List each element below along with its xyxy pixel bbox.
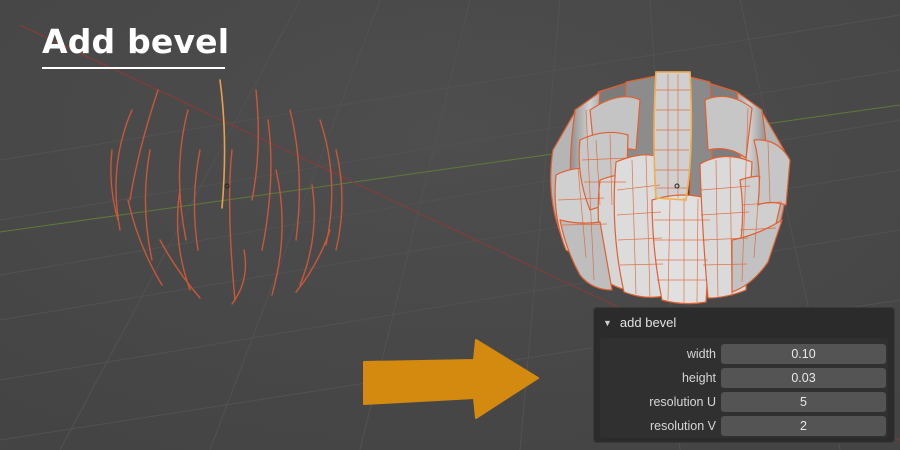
collapse-caret-icon[interactable]: ▼ (603, 318, 612, 328)
resolution-v-label: resolution V (649, 419, 716, 433)
resolution-u-field[interactable]: 5 (721, 392, 886, 412)
resolution-u-row: resolution U 5 (600, 392, 888, 412)
panel-header[interactable]: ▼ add bevel (603, 315, 676, 330)
resolution-v-field[interactable]: 2 (721, 416, 886, 436)
panel-body: width 0.10 height 0.03 resolution U 5 re… (600, 338, 888, 438)
page-title: Add bevel (42, 22, 230, 61)
width-label: width (686, 347, 716, 361)
panel-title: add bevel (619, 315, 677, 330)
height-row: height 0.03 (600, 368, 888, 388)
operator-panel[interactable]: ▼ add bevel width 0.10 height 0.03 resol… (593, 307, 895, 443)
width-row: width 0.10 (600, 344, 888, 364)
title-underline (42, 67, 225, 69)
height-label: height (681, 371, 716, 385)
resolution-u-label: resolution U (649, 395, 716, 409)
width-field[interactable]: 0.10 (721, 344, 886, 364)
resolution-v-row: resolution V 2 (600, 416, 888, 436)
height-field[interactable]: 0.03 (721, 368, 886, 388)
